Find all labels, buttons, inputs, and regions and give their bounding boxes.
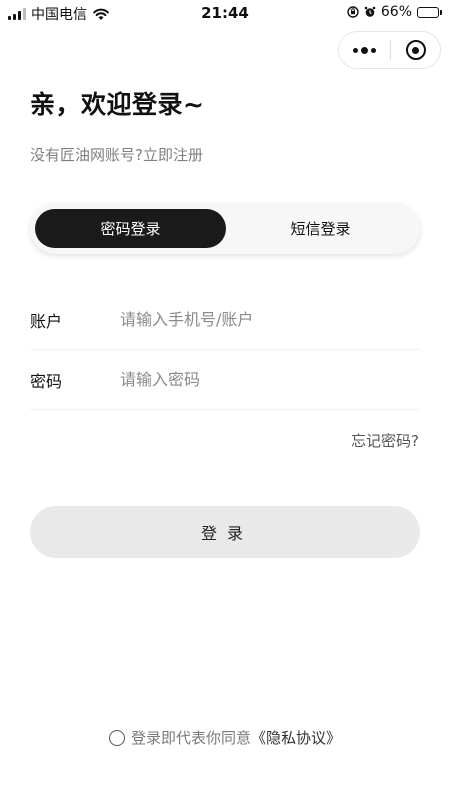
forgot-password-link[interactable]: 忘记密码? <box>351 430 419 451</box>
privacy-agreement: 登录即代表你同意 《隐私协议》 <box>0 727 450 748</box>
login-method-tabs: 密码登录 短信登录 <box>30 203 420 254</box>
account-input[interactable] <box>120 310 420 329</box>
register-prompt-line: 没有匠油网账号?立即注册 <box>30 144 203 165</box>
more-dots-icon <box>353 47 358 53</box>
battery-percent: 66% <box>380 4 412 20</box>
alarm-icon <box>364 6 376 17</box>
status-bar: 中国电信 21:44 66% <box>0 0 450 28</box>
password-row: 密码 <box>30 350 420 410</box>
account-row: 账户 <box>30 290 420 350</box>
more-dots-icon-center <box>361 46 368 54</box>
more-button[interactable] <box>339 32 390 68</box>
register-prompt: 没有匠油网账号? <box>30 146 143 164</box>
more-dots-icon-right <box>371 47 376 53</box>
account-label: 账户 <box>30 311 63 331</box>
status-right: 66% <box>347 4 442 20</box>
target-circle-icon <box>405 40 426 60</box>
close-miniprogram-button[interactable] <box>391 32 440 68</box>
password-label: 密码 <box>30 371 63 391</box>
privacy-policy-link[interactable]: 《隐私协议》 <box>251 727 341 748</box>
tab-password-login[interactable]: 密码登录 <box>35 209 226 248</box>
agree-radio-icon[interactable] <box>108 729 125 746</box>
password-input[interactable] <box>120 370 420 389</box>
login-button[interactable]: 登录 <box>30 506 420 558</box>
rotation-lock-icon <box>347 6 359 18</box>
page-title: 亲，欢迎登录~ <box>30 90 205 119</box>
battery-icon <box>417 6 442 18</box>
agreement-text: 登录即代表你同意 <box>130 729 251 747</box>
register-link[interactable]: 立即注册 <box>143 146 203 164</box>
tab-sms-login[interactable]: 短信登录 <box>226 209 415 248</box>
miniprogram-capsule <box>338 31 441 69</box>
